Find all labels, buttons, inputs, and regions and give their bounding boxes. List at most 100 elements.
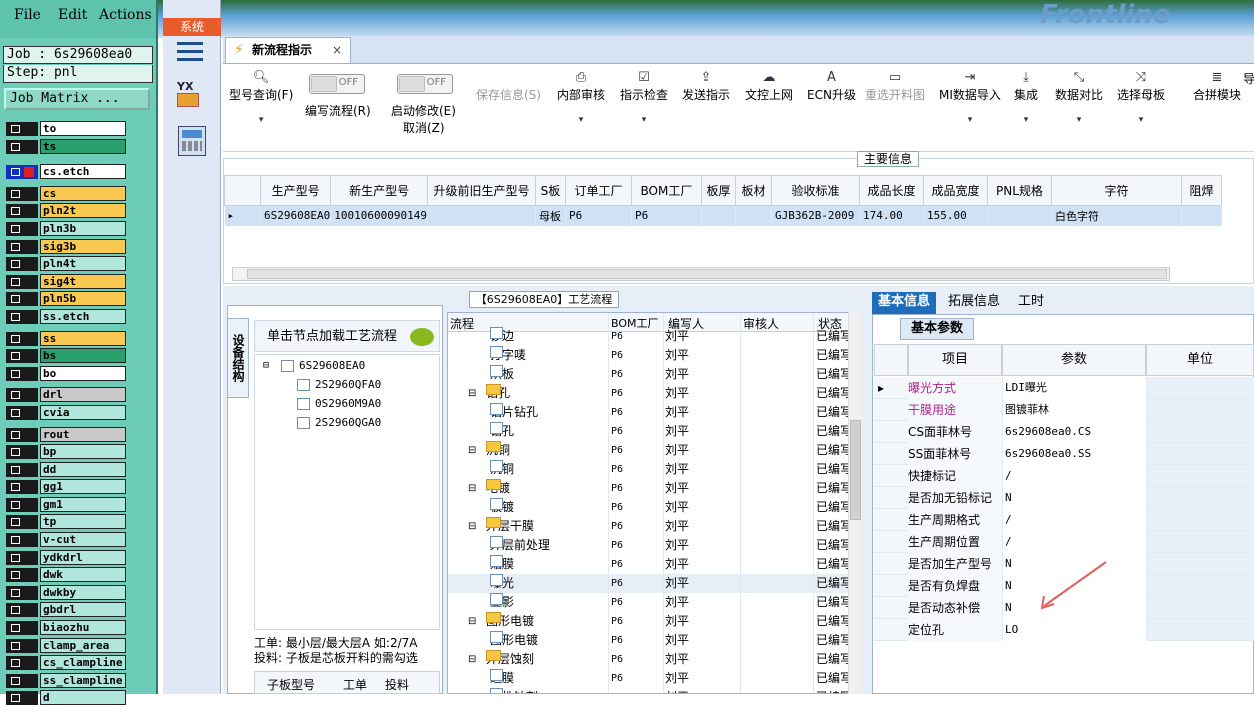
main-cell[interactable]: 10010600090149 [330, 205, 428, 226]
device-structure-tab[interactable]: 设备结构 [227, 318, 249, 398]
main-col-header[interactable]: BOM工厂 [630, 175, 702, 206]
main-cell[interactable]: GJB362B-2009 [771, 205, 860, 226]
process-row[interactable]: 钻孔 ⊟ P6 刘平 已编写 [448, 384, 852, 403]
main-col-header[interactable]: 成品宽度 [922, 175, 988, 206]
process-row[interactable]: 外层蚀刻 ⊟ P6 刘平 已编写 [448, 650, 852, 669]
layer-row[interactable]: ss_clampline [4, 672, 126, 690]
layer-name[interactable]: d [40, 690, 126, 706]
ecn-upgrade-button[interactable]: A ECN升级 [807, 70, 856, 103]
layer-row[interactable]: d [4, 689, 126, 707]
layer-checkbox[interactable] [6, 309, 38, 324]
edit-flow-toggle[interactable]: OFF [309, 74, 365, 94]
merge-module-button[interactable]: ≣ 合拼模块 [1193, 70, 1241, 103]
process-row[interactable]: 显影 P6 刘平 已编写 [448, 593, 852, 612]
layer-checkbox[interactable] [6, 445, 38, 460]
layer-checkbox[interactable] [6, 550, 38, 565]
param-row[interactable]: 干膜用途 图镀菲林 [874, 399, 1254, 421]
main-cell[interactable]: 母板 [535, 205, 566, 226]
item-header[interactable]: 项目 [908, 344, 1002, 376]
param-unit[interactable] [1146, 443, 1254, 464]
process-row[interactable]: 沉铜 ⊟ P6 刘平 已编写 [448, 441, 852, 460]
main-col-header[interactable]: 验收标准 [770, 175, 860, 206]
process-row[interactable]: 板镀 P6 刘平 已编写 [448, 498, 852, 517]
overflow-button[interactable]: 导 [1243, 70, 1254, 87]
param-row[interactable]: SS面菲林号 6s29608ea0.SS [874, 443, 1254, 465]
layer-row[interactable]: cs.etch [4, 163, 126, 181]
collapse-icon[interactable]: ⊟ [263, 357, 269, 375]
unit-header[interactable]: 单位 [1146, 344, 1254, 376]
layer-row[interactable]: gm1 [4, 496, 126, 514]
process-row[interactable]: 贴膜 P6 刘平 已编写 [448, 555, 852, 574]
integrate-button[interactable]: ⤓ 集成 ▾ [1014, 70, 1038, 125]
param-unit[interactable] [1146, 509, 1254, 530]
tab-work-hours[interactable]: 工时 [1012, 292, 1050, 314]
select-mother-button[interactable]: ⤨ 选择母板 ▾ [1117, 70, 1165, 125]
param-unit[interactable] [1146, 553, 1254, 574]
layer-checkbox[interactable] [6, 139, 38, 154]
job-tree-node[interactable]: ⊟ 6S29608EA0 [263, 357, 365, 375]
layer-name[interactable]: tp [40, 514, 126, 530]
layer-name[interactable]: ts [40, 138, 126, 154]
layer-name[interactable]: pln2t [40, 203, 126, 219]
layer-name[interactable]: v-cut [40, 532, 126, 548]
layer-row[interactable]: ss.etch [4, 308, 126, 326]
tab-close-icon[interactable]: × [332, 38, 342, 62]
hamburger-menu-icon[interactable] [177, 42, 203, 62]
layer-checkbox[interactable] [6, 257, 38, 272]
process-row[interactable]: 铝片钻孔 P6 刘平 已编写 [448, 403, 852, 422]
layer-name[interactable]: pln5b [40, 291, 126, 307]
layer-checkbox[interactable] [6, 239, 38, 254]
layer-checkbox[interactable] [6, 388, 38, 403]
main-col-header[interactable]: 板材 [734, 175, 772, 206]
layer-name[interactable]: ydkdrl [40, 549, 126, 565]
layer-row[interactable]: gg1 [4, 478, 126, 496]
layer-checkbox[interactable] [6, 165, 38, 180]
main-cell[interactable]: 174.00 [859, 205, 924, 226]
upload-button[interactable]: ☁ 文控上网 [745, 70, 793, 103]
layer-name[interactable]: ss.etch [40, 308, 126, 324]
param-value[interactable]: 6s29608ea0.SS [1002, 443, 1146, 465]
menu-actions[interactable]: Actions [99, 7, 152, 23]
yx-tool-icon[interactable]: YX [177, 80, 207, 112]
main-cell[interactable] [1181, 205, 1222, 226]
main-col-header[interactable]: 字符 [1050, 175, 1182, 206]
layer-row[interactable]: cs [4, 185, 126, 203]
layer-row[interactable]: pln5b [4, 290, 126, 308]
main-col-header[interactable]: 阻焊 [1180, 175, 1222, 206]
layer-name[interactable]: gbdrl [40, 602, 126, 618]
process-row[interactable]: 外层干膜 ⊟ P6 刘平 已编写 [448, 517, 852, 536]
main-cell[interactable] [427, 205, 536, 226]
process-row[interactable]: 钻孔 P6 刘平 已编写 [448, 422, 852, 441]
param-unit[interactable] [1146, 421, 1254, 442]
menu-file[interactable]: File [14, 7, 41, 23]
layer-row[interactable]: pln2t [4, 202, 126, 220]
chevron-down-icon[interactable]: ▾ [229, 115, 293, 125]
type-query-button[interactable]: 🔍︎ 型号查询(F) ▾ [229, 70, 293, 125]
tab-basic-info[interactable]: 基本信息 [872, 292, 937, 314]
basic-params-tab[interactable]: 基本参数 [900, 318, 974, 340]
layer-checkbox[interactable] [6, 480, 38, 495]
collapse-icon[interactable]: ⊟ [468, 384, 476, 403]
param-value[interactable]: / [1002, 465, 1146, 487]
collapse-icon[interactable]: ⊟ [468, 479, 476, 498]
layer-row[interactable]: pln3b [4, 220, 126, 238]
layer-checkbox[interactable] [6, 349, 38, 364]
param-unit[interactable] [1146, 377, 1254, 398]
param-value[interactable]: LO [1002, 619, 1146, 641]
process-row[interactable]: 碱性蚀刻 P6 刘平 已编写 [448, 688, 852, 693]
layer-row[interactable]: ydkdrl [4, 549, 126, 567]
param-row[interactable]: CS面菲林号 6s29608ea0.CS [874, 421, 1254, 443]
layer-checkbox[interactable] [6, 274, 38, 289]
param-value[interactable]: / [1002, 509, 1146, 531]
start-modify-toggle[interactable]: OFF [397, 74, 453, 94]
param-row[interactable]: 定位孔 LO [874, 619, 1254, 641]
chevron-down-icon[interactable]: ▾ [939, 115, 1001, 125]
layer-name[interactable]: pln3b [40, 220, 126, 236]
process-row[interactable]: 退膜 P6 刘平 已编写 [448, 669, 852, 688]
layer-row[interactable]: bo [4, 365, 126, 383]
layer-checkbox[interactable] [6, 427, 38, 442]
param-row[interactable]: 快捷标记 / [874, 465, 1254, 487]
main-col-header[interactable]: 板厚 [700, 175, 736, 206]
layer-name[interactable]: cs [40, 185, 126, 201]
layer-checkbox[interactable] [6, 515, 38, 530]
